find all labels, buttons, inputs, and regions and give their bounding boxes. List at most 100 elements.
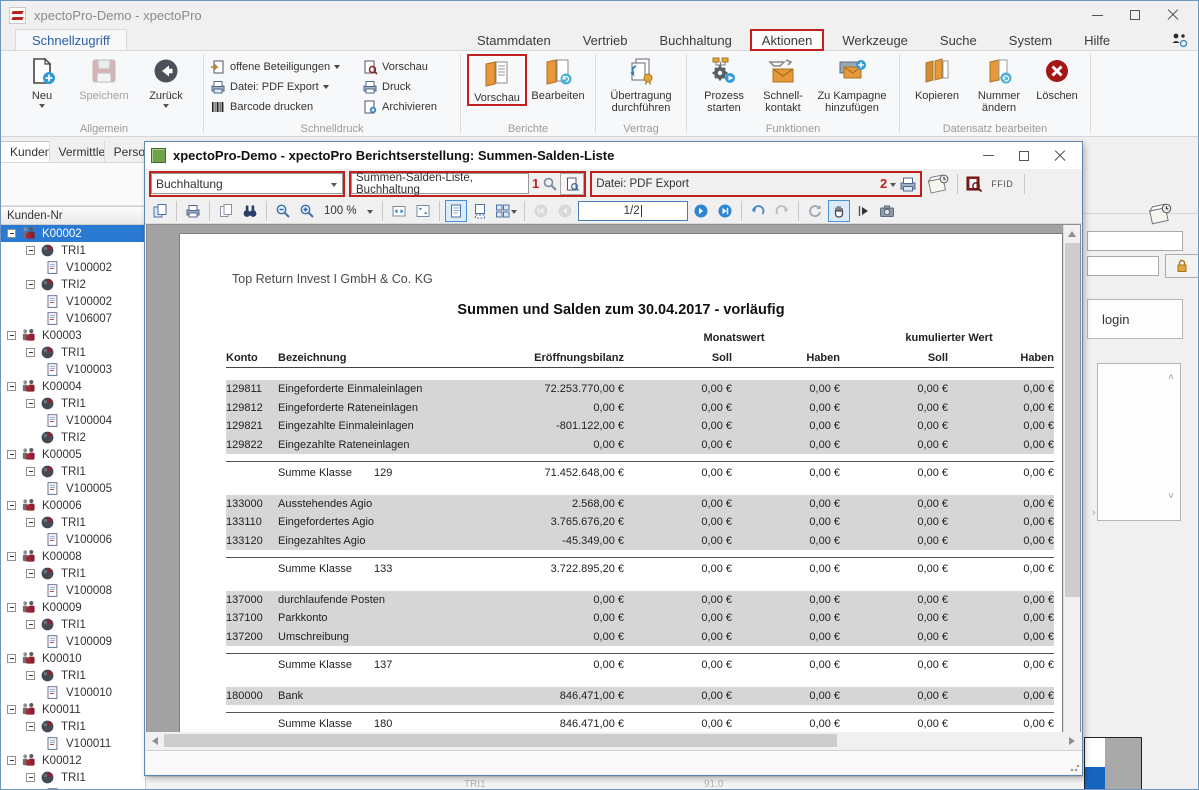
tree-item-tri1[interactable]: TRI1 bbox=[1, 344, 145, 361]
dialog-close-button[interactable] bbox=[1042, 142, 1078, 169]
tree-item-k00012[interactable]: K00012 bbox=[1, 752, 145, 769]
undo-button[interactable] bbox=[747, 200, 769, 222]
background-password-field[interactable] bbox=[1087, 256, 1159, 276]
tree-item-k00008[interactable]: K00008 bbox=[1, 548, 145, 565]
tree-item-v100002[interactable]: V100002 bbox=[1, 259, 145, 276]
category-dropdown[interactable]: Buchhaltung bbox=[151, 173, 343, 194]
tree-item-k00009[interactable]: K00009 bbox=[1, 599, 145, 616]
last-page-button[interactable] bbox=[714, 200, 736, 222]
dialog-titlebar[interactable]: xpectoPro-Demo - xpectoPro Berichtserste… bbox=[145, 142, 1082, 169]
vertical-scroll-thumb[interactable] bbox=[1065, 243, 1080, 598]
berichte-vorschau-button[interactable]: Vorschau bbox=[467, 54, 527, 106]
note-reminder-icon[interactable] bbox=[926, 172, 950, 196]
tab-suche[interactable]: Suche bbox=[926, 29, 991, 51]
print-button[interactable] bbox=[182, 200, 204, 222]
collapse-toggle-icon[interactable] bbox=[7, 552, 16, 561]
tree-item-tri1[interactable]: TRI1 bbox=[1, 667, 145, 684]
category-dropdown-arrow[interactable] bbox=[331, 182, 337, 187]
collapse-toggle-icon[interactable] bbox=[26, 671, 35, 680]
ffid-search-icon[interactable] bbox=[965, 175, 983, 193]
prozess-starten-button[interactable]: Prozess starten bbox=[693, 54, 755, 114]
output-target-field[interactable]: Datei: PDF Export bbox=[592, 173, 877, 194]
scrollbar-right-arrow[interactable] bbox=[1069, 736, 1075, 745]
dialog-maximize-button[interactable] bbox=[1006, 142, 1042, 169]
lock-button[interactable] bbox=[1165, 254, 1198, 278]
tab-vertrieb[interactable]: Vertrieb bbox=[569, 29, 642, 51]
collapse-toggle-icon[interactable] bbox=[26, 773, 35, 782]
tree-item-k00010[interactable]: K00010 bbox=[1, 650, 145, 667]
collapse-toggle-icon[interactable] bbox=[7, 382, 16, 391]
tab-aktionen[interactable]: Aktionen bbox=[749, 29, 825, 51]
tree-item-v100006[interactable]: V100006 bbox=[1, 531, 145, 548]
tree-item-k00011[interactable]: K00011 bbox=[1, 701, 145, 718]
tree-item-tri1[interactable]: TRI1 bbox=[1, 718, 145, 735]
scroll-up-icon[interactable]: ˄ bbox=[1168, 372, 1174, 383]
tree-item-k00003[interactable]: K00003 bbox=[1, 327, 145, 344]
collapse-toggle-icon[interactable] bbox=[7, 756, 16, 765]
tree-item-v106007[interactable]: V106007 bbox=[1, 310, 145, 327]
close-button[interactable] bbox=[1154, 1, 1192, 29]
zoom-dropdown-arrow[interactable] bbox=[366, 209, 373, 214]
tab-stammdaten[interactable]: Stammdaten bbox=[463, 29, 565, 51]
multipage-view-button[interactable] bbox=[493, 200, 519, 222]
output-dropdown-arrow[interactable] bbox=[890, 182, 897, 187]
sidebar-tab-vermittler[interactable]: Vermittler bbox=[50, 141, 105, 162]
dialog-minimize-button[interactable] bbox=[970, 142, 1006, 169]
collapse-toggle-icon[interactable] bbox=[7, 450, 16, 459]
collapse-toggle-icon[interactable] bbox=[7, 229, 16, 238]
page-indicator-input[interactable]: 1/2 bbox=[577, 200, 688, 221]
tree-item-tri1[interactable]: TRI1 bbox=[1, 616, 145, 633]
pointer-tool-button[interactable] bbox=[852, 200, 874, 222]
neu-dropdown-arrow[interactable] bbox=[39, 104, 45, 108]
speichern-button[interactable]: Speichern bbox=[73, 54, 135, 102]
uebertragung-button[interactable]: Übertragung durchführen bbox=[602, 54, 680, 114]
find-button[interactable] bbox=[239, 200, 261, 222]
tree-item-tri1[interactable]: TRI1 bbox=[1, 242, 145, 259]
collapse-toggle-icon[interactable] bbox=[26, 280, 35, 289]
tree-item-tri1[interactable]: TRI1 bbox=[1, 395, 145, 412]
scrollbar-left-arrow[interactable] bbox=[152, 736, 158, 745]
scroll-down-icon[interactable]: ˅ bbox=[1168, 491, 1174, 502]
expand-right-icon[interactable]: › bbox=[1092, 507, 1095, 518]
first-page-button[interactable] bbox=[530, 200, 552, 222]
search-icon[interactable] bbox=[542, 176, 558, 192]
horizontal-scroll-thumb[interactable] bbox=[164, 734, 838, 747]
vertical-scrollbar[interactable] bbox=[1063, 225, 1080, 746]
tree-item-k00006[interactable]: K00006 bbox=[1, 497, 145, 514]
barcode-drucken-button[interactable]: Barcode drucken bbox=[210, 98, 362, 116]
pdf-export-dropdown-arrow[interactable] bbox=[322, 85, 329, 89]
collapse-toggle-icon[interactable] bbox=[26, 467, 35, 476]
copy-page-button[interactable] bbox=[149, 200, 171, 222]
vorschau-small-button[interactable]: Vorschau bbox=[362, 58, 454, 76]
tree-item-tri1[interactable]: TRI1 bbox=[1, 463, 145, 480]
refresh-button[interactable] bbox=[804, 200, 826, 222]
kopieren-button[interactable]: Kopieren bbox=[906, 54, 968, 102]
tree-item-tri1[interactable]: TRI1 bbox=[1, 514, 145, 531]
tree-item-k00004[interactable]: K00004 bbox=[1, 378, 145, 395]
collapse-toggle-icon[interactable] bbox=[26, 399, 35, 408]
next-page-button[interactable] bbox=[690, 200, 712, 222]
multipage-dropdown-arrow[interactable] bbox=[510, 209, 517, 214]
maximize-button[interactable] bbox=[1116, 1, 1154, 29]
sidebar-tab-kunden[interactable]: Kunden bbox=[1, 141, 50, 162]
login-button[interactable]: login bbox=[1087, 299, 1183, 339]
session-users-icon[interactable] bbox=[1170, 31, 1188, 49]
neu-button[interactable]: Neu bbox=[11, 54, 73, 108]
redo-button[interactable] bbox=[771, 200, 793, 222]
zoom-out-button[interactable] bbox=[272, 200, 294, 222]
report-name-field[interactable]: Summen-Salden-Liste, Buchhaltung bbox=[351, 172, 529, 196]
collapse-toggle-icon[interactable] bbox=[7, 501, 16, 510]
collapse-toggle-icon[interactable] bbox=[26, 722, 35, 731]
zu-kampagne-button[interactable]: Zu Kampagne hinzufügen bbox=[811, 54, 893, 114]
archivieren-button[interactable]: Archivieren bbox=[362, 98, 454, 116]
tree-item-v100012[interactable]: V100012 bbox=[1, 786, 145, 789]
tree-item-v100009[interactable]: V100009 bbox=[1, 633, 145, 650]
zoom-in-button[interactable] bbox=[296, 200, 318, 222]
fit-page-button[interactable] bbox=[412, 200, 434, 222]
tab-werkzeuge[interactable]: Werkzeuge bbox=[828, 29, 922, 51]
schnellkontakt-button[interactable]: Schnell- kontakt bbox=[755, 54, 811, 114]
horizontal-scrollbar[interactable] bbox=[146, 732, 1081, 749]
sidebar-tab-personen[interactable]: Perso bbox=[105, 141, 146, 162]
datei-pdf-export-button[interactable]: Datei: PDF Export bbox=[210, 78, 362, 96]
previous-page-button[interactable] bbox=[554, 200, 576, 222]
